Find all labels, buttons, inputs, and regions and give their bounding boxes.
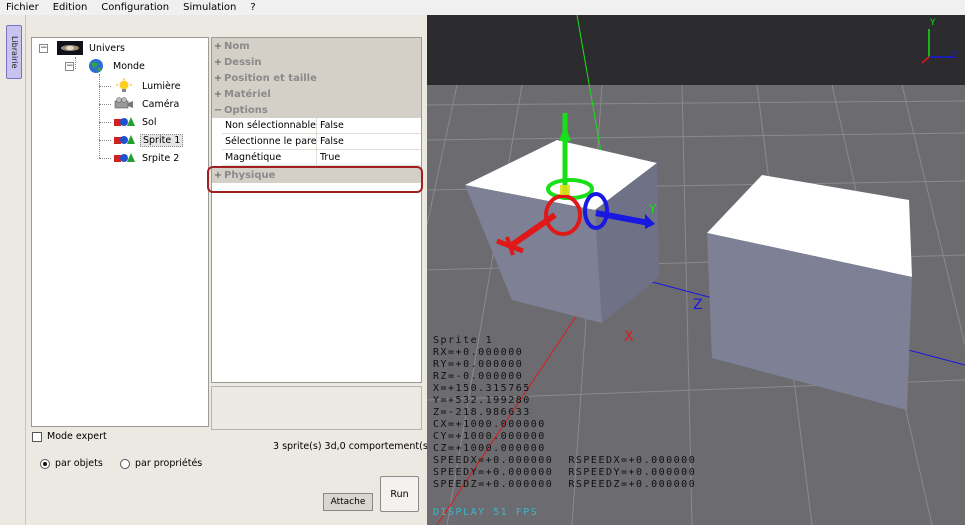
- prop-value[interactable]: True: [317, 152, 340, 163]
- menu-edition[interactable]: Edition: [51, 2, 90, 13]
- debug-line: SPEEDY=+0.000000 RSPEEDY=+0.000000: [433, 467, 697, 478]
- library-tab-label: Librairie: [10, 35, 19, 69]
- menu-bar: Fichier Edition Configuration Simulation…: [0, 0, 965, 15]
- prop-category-label: Matériel: [224, 88, 271, 100]
- checkbox-box[interactable]: [32, 431, 42, 442]
- prop-name: Sélectionne le parent: [222, 134, 317, 149]
- tree-connector: [99, 158, 111, 159]
- expand-icon[interactable]: +: [212, 57, 224, 68]
- prop-name: Magnétique: [222, 150, 317, 165]
- prop-category-dessin[interactable]: + Dessin: [212, 54, 421, 70]
- tree-node-sprite-1[interactable]: Sprite 1: [112, 132, 184, 148]
- galaxy-icon: [57, 41, 83, 55]
- tree-connector: [75, 57, 76, 69]
- tree-collapse-toggle[interactable]: −: [65, 62, 74, 71]
- tree-label: Monde: [113, 60, 145, 72]
- prop-row[interactable]: Sélectionne le parent False: [222, 134, 421, 150]
- tree-label: Caméra: [142, 98, 180, 110]
- scene-tree: − Univers − Monde Lumière Caméra Sol Spr…: [31, 37, 209, 427]
- tree-label: Lumière: [142, 80, 181, 92]
- debug-line: CX=+1000.000000: [433, 419, 546, 430]
- property-grid: + Nom + Dessin + Position et taille + Ma…: [211, 37, 422, 383]
- prop-category-position[interactable]: + Position et taille: [212, 70, 421, 86]
- debug-line: Z=-218.986633: [433, 407, 531, 418]
- prop-category-label: Nom: [224, 40, 250, 52]
- radio-par-proprietes[interactable]: par propriétés: [120, 458, 202, 469]
- tree-connector: [99, 86, 111, 87]
- light-bulb-icon: [116, 78, 132, 92]
- debug-readout: Sprite 1 RX=+0.000000 RY=+0.000000 RZ=-0.00…: [433, 335, 696, 491]
- object-icon: [114, 153, 135, 162]
- tree-connector: [99, 140, 111, 141]
- debug-line: RY=+0.000000: [433, 359, 524, 370]
- globe-icon: [89, 59, 103, 73]
- object-icon: [114, 135, 135, 144]
- debug-line: SPEEDZ=+0.000000 RSPEEDZ=+0.000000: [433, 479, 697, 490]
- run-button[interactable]: Run: [380, 476, 419, 512]
- menu-help[interactable]: ?: [248, 2, 257, 13]
- expand-icon[interactable]: +: [212, 89, 224, 100]
- prop-category-nom[interactable]: + Nom: [212, 38, 421, 54]
- property-description-panel: [211, 386, 422, 430]
- corner-z-label: Z: [951, 51, 958, 61]
- expand-icon[interactable]: +: [212, 41, 224, 52]
- mode-expert-label: Mode expert: [47, 431, 107, 442]
- debug-line: SPEEDX=+0.000000 RSPEEDX=+0.000000: [433, 455, 697, 466]
- tree-node-light[interactable]: Lumière: [112, 78, 182, 94]
- tree-node-univers[interactable]: Univers: [57, 40, 127, 56]
- prop-category-options[interactable]: − Options: [212, 102, 421, 118]
- debug-line: RZ=-0.000000: [433, 371, 524, 382]
- mode-expert-checkbox[interactable]: Mode expert: [32, 431, 107, 442]
- tree-connector: [99, 104, 111, 105]
- debug-line: X=+150.315765: [433, 383, 531, 394]
- debug-line: Y=+532.199280: [433, 395, 531, 406]
- tree-label: Sprite 1: [140, 133, 184, 147]
- prop-value[interactable]: False: [317, 136, 344, 147]
- tree-label: Sol: [142, 116, 157, 128]
- debug-line: CZ=+1000.000000: [433, 443, 546, 454]
- radio-button[interactable]: [40, 458, 50, 469]
- prop-row[interactable]: Magnétique True: [222, 150, 421, 166]
- debug-line: CY=+1000.000000: [433, 431, 546, 442]
- radio-par-objets[interactable]: par objets: [40, 458, 103, 469]
- fps-counter: DISPLAY 51 FPS: [433, 507, 539, 518]
- sky: [427, 15, 965, 85]
- tree-node-sol[interactable]: Sol: [112, 114, 158, 130]
- tree-connector: [99, 122, 111, 123]
- radio-label: par propriétés: [135, 458, 203, 469]
- collapse-icon[interactable]: −: [212, 105, 224, 116]
- menu-configuration[interactable]: Configuration: [99, 2, 171, 13]
- world-z-label: Z: [693, 297, 703, 313]
- debug-line: RX=+0.000000: [433, 347, 524, 358]
- library-tab[interactable]: Librairie: [6, 25, 22, 79]
- camera-icon: [114, 97, 133, 109]
- prop-value[interactable]: False: [317, 120, 344, 131]
- radio-button[interactable]: [120, 458, 130, 469]
- prop-category-label: Position et taille: [224, 72, 317, 84]
- 3d-viewport[interactable]: Y Z X Y Z Sprite 1 RX=+0.000000 RY=+0.0000…: [427, 15, 965, 525]
- tree-label: Srpite 2: [142, 152, 180, 164]
- highlight-annotation: [207, 166, 423, 193]
- tree-collapse-toggle[interactable]: −: [39, 44, 48, 53]
- tree-node-monde[interactable]: Monde: [85, 58, 147, 74]
- prop-row[interactable]: Non sélectionnable False: [222, 118, 421, 134]
- gizmo-y-label: Y: [649, 202, 657, 216]
- prop-name: Non sélectionnable: [222, 118, 317, 133]
- prop-category-label: Options: [224, 104, 268, 116]
- tree-node-sprite-2[interactable]: Srpite 2: [112, 150, 181, 166]
- corner-y-label: Y: [930, 18, 936, 28]
- prop-category-materiel[interactable]: + Matériel: [212, 86, 421, 102]
- scene-summary: 3 sprite(s) 3d,0 comportement(s): [273, 441, 432, 452]
- menu-simulation[interactable]: Simulation: [181, 2, 238, 13]
- attache-button[interactable]: Attache: [323, 493, 373, 511]
- tree-node-camera[interactable]: Caméra: [112, 96, 181, 112]
- object-icon: [114, 117, 135, 126]
- left-rail: Librairie: [0, 15, 26, 525]
- tree-label: Univers: [89, 42, 125, 54]
- prop-category-label: Dessin: [224, 56, 262, 68]
- debug-line: Sprite 1: [433, 335, 494, 346]
- expand-icon[interactable]: +: [212, 73, 224, 84]
- menu-fichier[interactable]: Fichier: [4, 2, 41, 13]
- radio-label: par objets: [55, 458, 103, 469]
